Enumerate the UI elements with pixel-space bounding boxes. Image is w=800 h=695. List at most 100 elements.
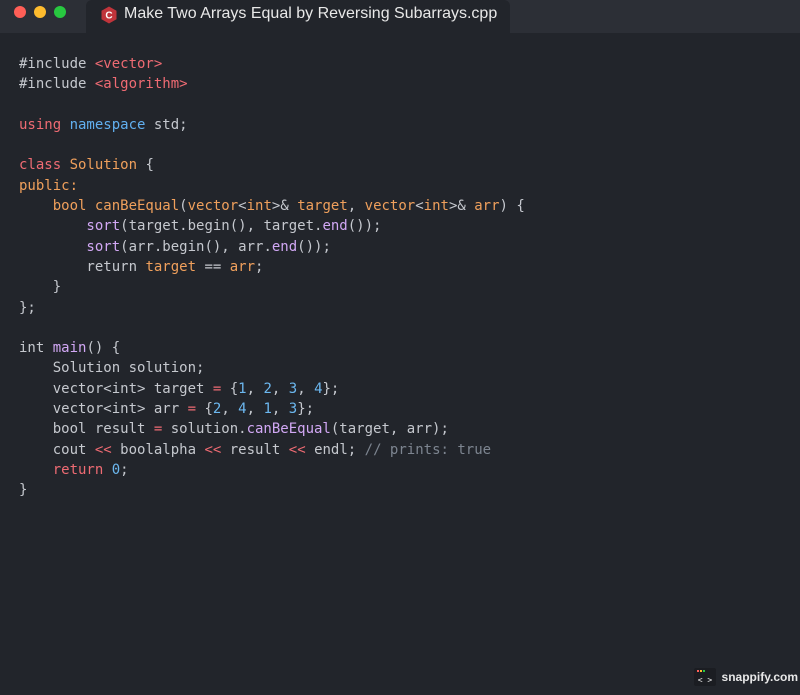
code-line: } — [19, 277, 525, 297]
code-line: #include <vector> — [19, 54, 525, 74]
code-line: return target == arr; — [19, 257, 525, 277]
code-token: << — [204, 441, 230, 458]
code-token: }; — [19, 299, 36, 316]
code-token: = — [153, 421, 171, 438]
maximize-window-button[interactable] — [54, 6, 66, 18]
code-token: , — [271, 401, 289, 418]
code-token: = — [212, 380, 230, 397]
code-token: Solution solution; — [19, 360, 205, 377]
code-token: = — [187, 401, 205, 418]
code-line: using namespace std; — [19, 115, 525, 135]
code-token: ; — [255, 258, 264, 275]
code-token: boolalpha — [120, 441, 205, 458]
code-token: << — [288, 441, 315, 458]
svg-text:C: C — [105, 11, 112, 22]
code-token: , — [347, 198, 365, 215]
code-token: { — [229, 380, 239, 397]
code-line: #include <algorithm> — [19, 74, 525, 94]
code-line: bool result = solution.canBeEqual(target… — [19, 419, 525, 439]
code-token: () { — [86, 340, 121, 357]
code-token: endl; — [314, 441, 365, 458]
code-token: // prints: true — [364, 441, 492, 458]
code-line: }; — [19, 298, 525, 318]
code-token: solution. — [170, 421, 247, 438]
code-brackets-icon: < > — [693, 668, 716, 686]
code-token: arr — [474, 198, 500, 215]
code-token: cout — [19, 441, 95, 458]
code-token: canBeEqual — [94, 198, 180, 215]
code-token: int — [423, 198, 449, 215]
code-line: cout << boolalpha << result << endl; // … — [19, 440, 525, 460]
code-token: int — [19, 340, 53, 357]
code-line: class Solution { — [19, 155, 525, 175]
code-token: Solution — [69, 157, 146, 174]
svg-text:< >: < > — [697, 676, 712, 685]
code-token: 2 — [263, 380, 272, 397]
tab-title: Make Two Arrays Equal by Reversing Subar… — [124, 5, 498, 22]
code-token: return — [19, 258, 146, 275]
code-line: public: — [19, 176, 525, 196]
code-token: ()); — [297, 238, 331, 255]
code-token: 1 — [238, 380, 247, 397]
code-token: , — [271, 380, 289, 397]
code-token: , — [246, 380, 264, 397]
code-token: end — [271, 238, 298, 255]
editor-window: C Make Two Arrays Equal by Reversing Sub… — [0, 0, 800, 695]
code-token: ) { — [499, 198, 525, 215]
code-token: 3 — [288, 380, 298, 397]
code-token: vector — [364, 198, 416, 215]
code-token: using — [19, 116, 70, 133]
code-token: bool result — [19, 421, 154, 438]
code-token: target — [145, 258, 205, 275]
code-token: end — [322, 218, 348, 235]
code-token: #include — [19, 56, 95, 72]
code-token: bool — [19, 198, 95, 215]
code-token: arr — [229, 258, 256, 275]
code-line: Solution solution; — [19, 358, 525, 378]
code-token: class — [19, 157, 70, 174]
code-token: >& — [271, 198, 298, 215]
code-token: vector<int> arr — [19, 401, 188, 418]
code-token: { — [204, 401, 213, 418]
code-token: { — [145, 157, 154, 174]
code-token: 1 — [263, 401, 272, 418]
code-line: sort(target.begin(), target.end()); — [19, 216, 525, 236]
code-token: 4 — [314, 380, 323, 397]
code-token: }; — [322, 380, 340, 397]
code-token: sort — [19, 238, 121, 255]
code-token: >& — [448, 198, 475, 215]
title-bar: C Make Two Arrays Equal by Reversing Sub… — [0, 0, 800, 33]
code-token: 3 — [288, 401, 298, 418]
code-token: int — [246, 198, 272, 215]
code-line: return 0; — [19, 460, 525, 480]
code-block: #include <vector> #include <algorithm> us… — [19, 54, 525, 501]
code-line: vector<int> target = {1, 2, 3, 4}; — [19, 379, 525, 399]
code-token: (target.begin(), target. — [120, 218, 323, 235]
code-token: std; — [153, 116, 188, 133]
code-token: sort — [19, 218, 121, 235]
file-tab[interactable]: C Make Two Arrays Equal by Reversing Sub… — [86, 0, 510, 33]
cpp-logo-icon: C — [101, 6, 117, 24]
code-token: return — [19, 461, 112, 478]
minimize-window-button[interactable] — [34, 6, 46, 18]
code-line: sort(arr.begin(), arr.end()); — [19, 237, 525, 257]
code-token: vector<int> target — [19, 380, 213, 397]
code-token: result — [229, 441, 289, 458]
code-token: 0 — [111, 461, 121, 478]
code-token: (arr.begin(), arr. — [120, 238, 272, 255]
code-token: <vector> — [94, 56, 163, 72]
code-token: } — [19, 279, 62, 296]
code-token: public: — [19, 177, 79, 194]
code-token: == — [204, 258, 230, 275]
code-token: namespace — [69, 116, 154, 133]
code-token: 4 — [238, 401, 247, 418]
code-token: ( — [179, 198, 188, 215]
code-token: (target, arr); — [330, 421, 449, 438]
code-line: int main() { — [19, 338, 525, 358]
brand-name: snappify.com — [721, 670, 798, 684]
close-window-button[interactable] — [14, 6, 26, 18]
code-token: }; — [297, 401, 315, 418]
code-token: << — [94, 441, 121, 458]
